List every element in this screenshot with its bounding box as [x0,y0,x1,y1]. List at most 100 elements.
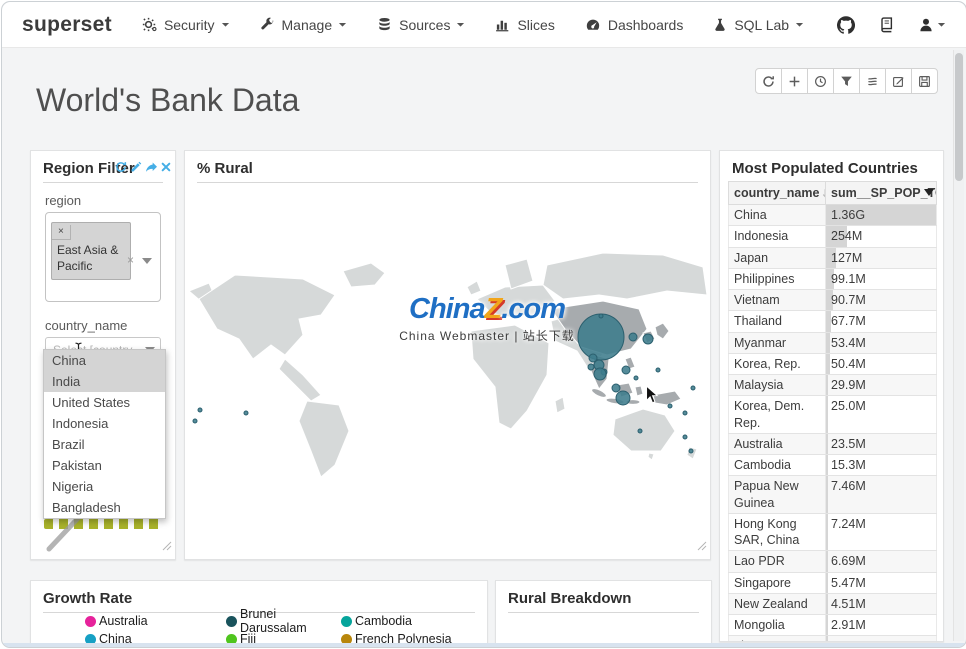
nav-item-manage[interactable]: Manage [260,17,348,33]
nav-menu: Security Manage Sources Slices Dashboards SQL… [142,17,804,33]
dropdown-option[interactable]: Indonesia [44,413,165,434]
rural-map-card: % Rural [184,150,711,560]
table-row: Australia23.5M [729,433,937,454]
value-bar [826,573,828,593]
dropdown-option[interactable]: United States [44,392,165,413]
user-menu[interactable] [918,17,946,33]
nav-item-slices[interactable]: Slices [495,17,554,33]
dropdown-option[interactable]: Brazil [44,434,165,455]
move-slice-icon[interactable] [145,162,158,173]
map-bubble [594,368,606,380]
legend-dot-icon [341,616,352,627]
slice-actions [115,161,171,173]
country-cell: Malaysia [729,375,826,396]
world-map [185,181,710,557]
country-field-label: country_name [45,318,161,333]
table-row: Japan127M [729,247,937,268]
chevron-down-icon [221,22,230,28]
table-row: Papua New Guinea7.46M [729,476,937,514]
map-bubble [622,366,630,374]
country-cell: Korea, Dem. Rep. [729,396,826,434]
chevron-down-icon [795,22,804,28]
map-bubble [578,314,624,360]
user-icon [918,17,934,33]
dropdown-option[interactable]: China [44,350,165,371]
refresh-slice-icon[interactable] [115,161,127,173]
wrench-icon [260,17,275,32]
region-select[interactable]: × East Asia & Pacific × [45,212,161,302]
docs-icon[interactable] [879,16,894,33]
population-cell: 29.9M [826,375,937,396]
map-bubble [668,404,672,408]
edit-slice-icon[interactable] [130,161,142,173]
most-populated-card: Most Populated Countries country_name⇵ s… [719,150,944,642]
superset-logo[interactable]: superset [22,13,112,37]
population-cell: 67.7M [826,311,937,332]
nav-item-label: SQL Lab [734,17,789,33]
dashboard-toolbar [756,68,938,94]
population-cell: 127M [826,247,937,268]
legend-item[interactable]: Cambodia [341,614,452,628]
resize-handle[interactable] [162,538,172,556]
resize-handle[interactable] [697,538,707,556]
table-row: Korea, Rep.50.4M [729,353,937,374]
legend-item[interactable]: Brunei Darussalam [226,607,341,635]
population-cell: 7.24M [826,513,937,551]
clear-select-icon[interactable]: × [127,253,134,267]
value-bar [826,455,828,475]
nav-item-sql-lab[interactable]: SQL Lab [713,17,804,33]
table-row: Timor-Leste1.21M [729,636,937,642]
country-cell: Indonesia [729,226,826,247]
dropdown-option[interactable]: India [44,371,165,392]
remove-tag-icon[interactable]: × [52,225,71,240]
map-bubble [612,384,620,392]
table-row: Vietnam90.7M [729,290,937,311]
css-button[interactable] [859,68,886,94]
table-row: Korea, Dem. Rep.25.0M [729,396,937,434]
rural-breakdown-title: Rural Breakdown [496,581,711,607]
scrollbar-thumb[interactable] [955,53,963,181]
dropdown-option[interactable]: Bangladesh [44,497,165,518]
country-cell: Timor-Leste [729,636,826,642]
gears-icon [142,17,157,32]
population-cell: 1.21M [826,636,937,642]
nav-item-dashboards[interactable]: Dashboards [585,17,684,33]
column-header-population[interactable]: sum__SP_POP_TOTL [826,182,937,205]
filter-button[interactable] [833,68,860,94]
most-populated-title: Most Populated Countries [720,151,943,177]
legend-item[interactable]: Australia [85,614,226,628]
country-cell: New Zealand [729,593,826,614]
database-icon [377,17,392,32]
add-button[interactable] [781,68,808,94]
nav-item-label: Security [164,17,215,33]
save-button[interactable] [911,68,938,94]
nav-item-sources[interactable]: Sources [377,17,465,33]
legend-label: Brunei Darussalam [240,607,341,635]
table-row: New Zealand4.51M [729,593,937,614]
country-cell: Australia [729,433,826,454]
refresh-button[interactable] [755,68,782,94]
population-cell: 4.51M [826,593,937,614]
dropdown-option[interactable]: Nigeria [44,476,165,497]
country-cell: Thailand [729,311,826,332]
chevron-down-icon [338,22,347,28]
population-cell: 1.36G [826,205,937,226]
column-header-country[interactable]: country_name⇵ [729,182,826,205]
table-row: Hong Kong SAR, China7.24M [729,513,937,551]
map-bubble [691,386,695,390]
sort-desc-icon [924,189,934,196]
nav-item-security[interactable]: Security [142,17,230,33]
map-bubble [689,449,693,453]
history-button[interactable] [807,68,834,94]
edit-button[interactable] [885,68,912,94]
dropdown-option[interactable]: Pakistan [44,455,165,476]
add-icon [788,75,801,88]
github-icon[interactable] [837,16,855,34]
map-bubble [244,411,248,415]
navbar-right [837,16,946,34]
page-title: World's Bank Data [36,82,299,119]
bar-chart-icon [495,17,510,32]
scrollbar-track[interactable] [953,50,964,641]
close-slice-icon[interactable] [161,162,171,172]
divider [508,612,699,613]
